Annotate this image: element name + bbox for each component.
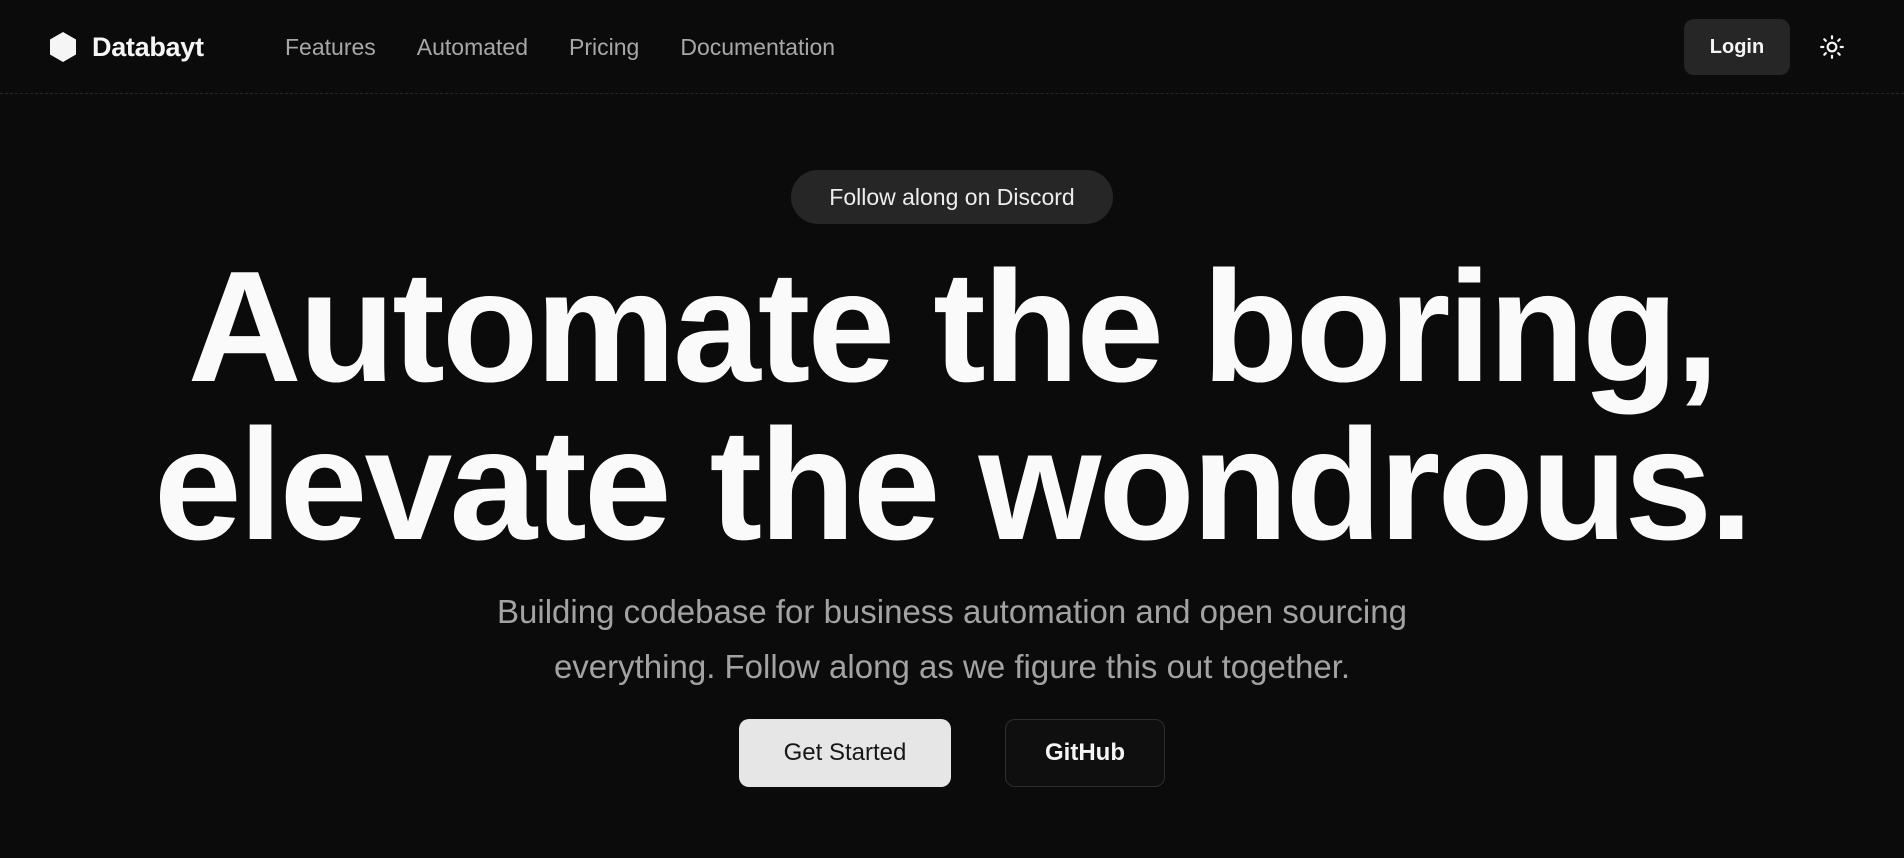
discord-badge-link[interactable]: Follow along on Discord	[791, 170, 1113, 224]
sun-icon	[1820, 35, 1844, 59]
github-button[interactable]: GitHub	[1005, 719, 1165, 787]
site-header: Databayt Features Automated Pricing Docu…	[0, 0, 1904, 94]
hero-title-line-2: elevate the wondrous.	[153, 397, 1753, 573]
login-button[interactable]: Login	[1684, 19, 1790, 75]
brand-link[interactable]: Databayt	[48, 27, 204, 67]
nav-link-automated[interactable]: Automated	[417, 34, 528, 61]
nav-link-features[interactable]: Features	[285, 34, 376, 61]
nav-link-documentation[interactable]: Documentation	[680, 34, 835, 61]
hero-title: Automate the boring, elevate the wondrou…	[0, 248, 1904, 564]
nav-link-pricing[interactable]: Pricing	[569, 34, 639, 61]
brand-name: Databayt	[92, 31, 204, 62]
get-started-button[interactable]: Get Started	[739, 719, 951, 787]
main-nav: Features Automated Pricing Documentation	[285, 30, 835, 64]
hero-subtitle: Building codebase for business automatio…	[497, 593, 1407, 685]
theme-toggle-button[interactable]	[1816, 31, 1848, 63]
hexagon-logo-icon	[50, 32, 76, 62]
hero-title-line-1: Automate the boring,	[187, 239, 1720, 415]
